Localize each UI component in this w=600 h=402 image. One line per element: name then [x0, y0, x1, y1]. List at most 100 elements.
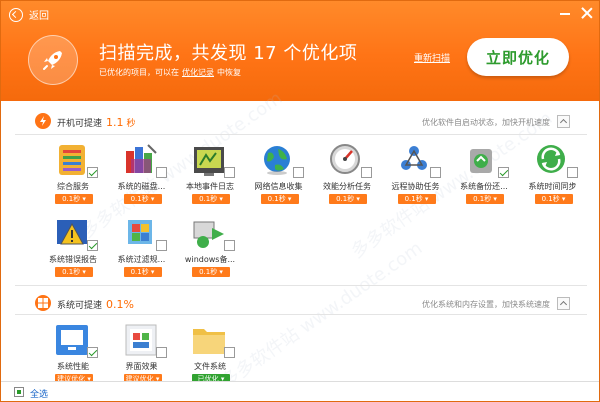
system-section-header: 系统可提速 0.1% 优化系统和内存设置，加快系统速度 — [35, 295, 570, 313]
item-speed-dropdown[interactable]: 0.1秒 ▾ — [329, 194, 367, 204]
item-label: 系统性能 — [57, 362, 89, 371]
disk-cleanup-icon — [122, 141, 160, 179]
optimize-item[interactable]: 远程协助任务 0.1秒 ▾ — [382, 141, 450, 221]
item-label: 效能分析任务 — [323, 182, 371, 191]
item-checkbox[interactable] — [155, 347, 167, 358]
item-label: 系统的磁盘... — [117, 182, 166, 191]
windows-backup-icon — [190, 214, 228, 252]
item-label: 系统备份还... — [460, 182, 508, 191]
rescan-link[interactable]: 重新扫描 — [414, 51, 450, 64]
item-checkbox[interactable] — [224, 347, 235, 358]
header-banner: 返回 扫描完成，共发现 17 个优化项 已优化的项目，可以在 优化记录 中恢复 重新… — [1, 1, 599, 101]
scan-result-title: 扫描完成，共发现 17 个优化项 — [99, 43, 358, 64]
optimize-item[interactable]: 系统错误报告 0.1秒 ▾ — [39, 214, 107, 294]
back-label: 返回 — [29, 11, 49, 22]
folder-icon — [190, 321, 228, 359]
divider — [15, 285, 587, 286]
system-speedup-value: 0.1% — [106, 298, 134, 311]
backup-restore-icon — [464, 141, 502, 179]
item-label: 综合服务 — [57, 182, 89, 191]
item-label: 界面效果 — [125, 362, 158, 371]
lightning-icon — [35, 113, 51, 129]
event-log-icon — [190, 141, 228, 179]
item-checkbox[interactable] — [87, 167, 98, 178]
network-globe-icon — [259, 141, 297, 179]
subtitle-text-end: 中恢复 — [217, 68, 241, 77]
system-speedup-label: 系统可提速 0.1% — [57, 298, 134, 311]
item-speed-dropdown[interactable]: 0.1秒 ▾ — [55, 267, 93, 277]
windows-logo-icon — [35, 295, 51, 311]
item-speed-dropdown[interactable]: 0.1秒 ▾ — [397, 194, 436, 204]
item-label: 网络信息收集 — [254, 182, 303, 191]
item-checkbox[interactable] — [292, 167, 304, 178]
item-checkbox[interactable] — [87, 347, 98, 358]
monitor-icon — [53, 321, 91, 359]
optimize-item[interactable]: 系统备份还... 0.1秒 ▾ — [450, 141, 518, 221]
back-arrow-icon — [9, 7, 23, 22]
startup-section-header: 开机可提速 1.1 秒 优化软件自启动状态，加快开机速度 — [35, 113, 570, 131]
optimize-now-button[interactable]: 立即优化 — [467, 38, 569, 76]
rocket-badge — [28, 35, 78, 85]
minimize-icon[interactable] — [559, 7, 571, 19]
optimize-item[interactable]: 本地事件日志 0.1秒 ▾ — [176, 141, 244, 221]
filter-rules-icon — [122, 214, 160, 252]
item-checkbox[interactable] — [498, 167, 509, 178]
item-checkbox[interactable] — [566, 167, 578, 178]
footer-bar: 全选 — [1, 381, 599, 401]
rocket-icon — [43, 51, 62, 70]
remote-network-icon — [396, 141, 434, 179]
item-speed-dropdown[interactable]: 0.1秒 ▾ — [55, 194, 93, 204]
back-button[interactable]: 返回 — [9, 7, 49, 22]
error-report-icon — [53, 214, 91, 252]
item-speed-dropdown[interactable]: 0.1秒 ▾ — [123, 267, 162, 277]
item-speed-dropdown[interactable]: 0.1秒 ▾ — [192, 194, 230, 204]
item-speed-dropdown[interactable]: 0.1秒 ▾ — [534, 194, 573, 204]
close-icon[interactable] — [581, 7, 593, 19]
item-speed-dropdown[interactable]: 0.1秒 ▾ — [192, 267, 230, 277]
item-checkbox[interactable] — [155, 167, 167, 178]
item-label: 系统过滤规... — [117, 255, 166, 264]
startup-description: 优化软件自启动状态，加快开机速度 — [422, 118, 550, 127]
item-speed-dropdown[interactable]: 0.1秒 ▾ — [466, 194, 504, 204]
startup-speedup-unit: 秒 — [126, 119, 136, 129]
startup-speedup-value: 1.1 — [106, 116, 124, 129]
item-checkbox[interactable] — [224, 240, 235, 251]
item-checkbox[interactable] — [429, 167, 441, 178]
collapse-startup-button[interactable] — [557, 115, 570, 128]
subtitle-text: 已优化的项目，可以在 — [99, 68, 179, 77]
item-speed-dropdown[interactable]: 0.1秒 ▾ — [123, 194, 162, 204]
item-speed-dropdown[interactable]: 0.1秒 ▾ — [260, 194, 299, 204]
optimize-item[interactable]: 系统的磁盘... 0.1秒 ▾ — [108, 141, 176, 221]
optimize-item[interactable]: 综合服务 0.1秒 ▾ — [39, 141, 107, 221]
system-description: 优化系统和内存设置，加快系统速度 — [422, 300, 550, 309]
optimize-item[interactable]: windows备... 0.1秒 ▾ — [176, 214, 244, 294]
startup-speedup-label: 开机可提速 1.1 秒 — [57, 116, 136, 129]
ui-effects-icon — [122, 321, 160, 359]
item-label: windows备... — [184, 255, 236, 264]
scan-result-subtitle: 已优化的项目，可以在 优化记录 中恢复 — [99, 67, 241, 78]
item-label: 本地事件日志 — [186, 182, 234, 191]
collapse-system-button[interactable] — [557, 297, 570, 310]
select-all-label[interactable]: 全选 — [30, 387, 48, 400]
window-controls — [559, 7, 593, 19]
item-label: 系统错误报告 — [49, 255, 97, 264]
item-checkbox[interactable] — [361, 167, 372, 178]
optimize-item[interactable]: 网络信息收集 0.1秒 ▾ — [245, 141, 313, 221]
generic-service-icon — [53, 141, 91, 179]
time-sync-icon — [533, 141, 571, 179]
optimize-item[interactable]: 系统时间同步 0.1秒 ▾ — [519, 141, 587, 221]
item-checkbox[interactable] — [224, 167, 235, 178]
item-label: 系统时间同步 — [528, 182, 577, 191]
item-label: 远程协助任务 — [391, 182, 440, 191]
performance-gauge-icon — [327, 141, 365, 179]
optimize-item[interactable]: 系统过滤规... 0.1秒 ▾ — [108, 214, 176, 294]
optimize-history-link[interactable]: 优化记录 — [182, 68, 214, 77]
item-label: 文件系统 — [194, 362, 226, 371]
select-all-checkbox[interactable] — [14, 387, 24, 397]
optimize-item[interactable]: 效能分析任务 0.1秒 ▾ — [313, 141, 381, 221]
divider — [15, 134, 587, 135]
item-checkbox[interactable] — [87, 240, 98, 251]
item-checkbox[interactable] — [155, 240, 167, 251]
divider — [15, 314, 587, 315]
optimizer-window: 返回 扫描完成，共发现 17 个优化项 已优化的项目，可以在 优化记录 中恢复 重新… — [0, 0, 600, 402]
